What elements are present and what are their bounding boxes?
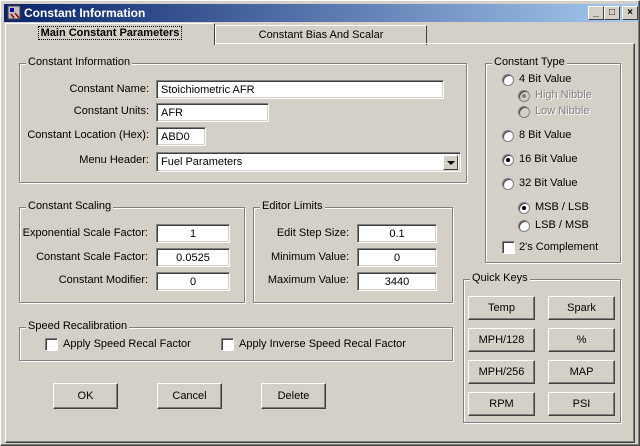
- quick-key-mph-128[interactable]: MPH/128: [468, 328, 535, 352]
- constant-modifier-input[interactable]: 0: [156, 272, 230, 291]
- quick-key-spark[interactable]: Spark: [548, 296, 615, 320]
- radio-8-bit-value[interactable]: [502, 130, 514, 142]
- quick-key-percent[interactable]: %: [548, 328, 615, 352]
- radio-high-nibble[interactable]: [518, 90, 530, 102]
- radio-high-nibble-label: High Nibble: [535, 89, 592, 101]
- minimize-button[interactable]: _: [588, 6, 604, 20]
- twos-complement-label: 2's Complement: [519, 241, 599, 253]
- group-label: Editor Limits: [260, 200, 325, 212]
- radio-8-bit-label: 8 Bit Value: [519, 129, 572, 141]
- radio-32-bit-label: 32 Bit Value: [519, 177, 578, 189]
- constant-location-input[interactable]: ABD0: [156, 127, 206, 146]
- quick-key-rpm[interactable]: RPM: [468, 392, 535, 416]
- chevron-down-icon[interactable]: [443, 155, 458, 170]
- radio-4-bit-value[interactable]: [502, 74, 514, 86]
- quick-key-map[interactable]: MAP: [548, 360, 615, 384]
- radio-16-bit-value[interactable]: [502, 154, 514, 166]
- minimum-value-input[interactable]: 0: [357, 248, 437, 267]
- maximum-value-label: Maximum Value:: [267, 274, 349, 286]
- delete-button[interactable]: Delete: [261, 383, 326, 409]
- radio-16-bit-label: 16 Bit Value: [519, 153, 578, 165]
- close-button[interactable]: ×: [622, 6, 638, 20]
- quick-key-mph-256[interactable]: MPH/256: [468, 360, 535, 384]
- menu-header-value: Fuel Parameters: [161, 156, 243, 168]
- maximize-button[interactable]: □: [604, 6, 620, 20]
- maximum-value-input[interactable]: 3440: [357, 272, 437, 291]
- radio-lsb-msb[interactable]: [518, 220, 530, 232]
- tab-constant-bias-and-scalar[interactable]: Constant Bias And Scalar: [215, 25, 427, 45]
- constant-name-label: Constant Name:: [69, 83, 149, 95]
- exponential-scale-label: Exponential Scale Factor:: [22, 227, 148, 239]
- group-label: Constant Type: [492, 56, 567, 68]
- exponential-scale-input[interactable]: 1: [156, 224, 230, 243]
- apply-inverse-speed-recal-checkbox[interactable]: [221, 338, 234, 351]
- cancel-button[interactable]: Cancel: [157, 383, 222, 409]
- tab-label: Main Constant Parameters: [37, 26, 183, 40]
- constant-name-input[interactable]: Stoichiometric AFR: [156, 80, 444, 99]
- apply-speed-recal-label: Apply Speed Recal Factor: [63, 338, 191, 350]
- tab-label: Constant Bias And Scalar: [258, 29, 384, 41]
- group-label: Constant Information: [26, 56, 133, 68]
- minimum-value-label: Minimum Value:: [270, 251, 349, 263]
- apply-speed-recal-checkbox[interactable]: [45, 338, 58, 351]
- constant-units-label: Constant Units:: [73, 105, 149, 117]
- menu-header-label: Menu Header:: [79, 154, 149, 166]
- radio-msb-lsb[interactable]: [518, 202, 530, 214]
- tab-main-constant-parameters[interactable]: Main Constant Parameters: [5, 23, 215, 45]
- edit-step-label: Edit Step Size:: [276, 227, 349, 239]
- quick-key-psi[interactable]: PSI: [548, 392, 615, 416]
- constant-information-window: Constant Information _ □ × Main Constant…: [0, 0, 640, 446]
- menu-header-select[interactable]: Fuel Parameters: [156, 152, 461, 172]
- apply-inverse-speed-recal-label: Apply Inverse Speed Recal Factor: [239, 338, 406, 350]
- constant-units-input[interactable]: AFR: [156, 103, 269, 122]
- constant-modifier-label: Constant Modifier:: [58, 274, 148, 286]
- group-label: Constant Scaling: [26, 200, 114, 212]
- radio-low-nibble-label: Low Nibble: [535, 105, 590, 117]
- title-bar[interactable]: Constant Information _ □ ×: [4, 4, 638, 22]
- ok-button[interactable]: OK: [53, 383, 118, 409]
- group-label: Speed Recalibration: [26, 320, 130, 332]
- constant-location-label: Constant Location (Hex):: [27, 129, 149, 141]
- twos-complement-checkbox[interactable]: [502, 241, 515, 254]
- radio-msb-lsb-label: MSB / LSB: [535, 201, 589, 213]
- edit-step-input[interactable]: 0.1: [357, 224, 437, 243]
- constant-scale-label: Constant Scale Factor:: [36, 251, 148, 263]
- group-label: Quick Keys: [470, 272, 530, 284]
- app-icon: [7, 5, 21, 20]
- radio-4-bit-label: 4 Bit Value: [519, 73, 572, 85]
- quick-key-temp[interactable]: Temp: [468, 296, 535, 320]
- constant-scale-input[interactable]: 0.0525: [156, 248, 230, 267]
- radio-low-nibble[interactable]: [518, 106, 530, 118]
- window-title: Constant Information: [24, 6, 146, 20]
- radio-lsb-msb-label: LSB / MSB: [535, 219, 589, 231]
- radio-32-bit-value[interactable]: [502, 178, 514, 190]
